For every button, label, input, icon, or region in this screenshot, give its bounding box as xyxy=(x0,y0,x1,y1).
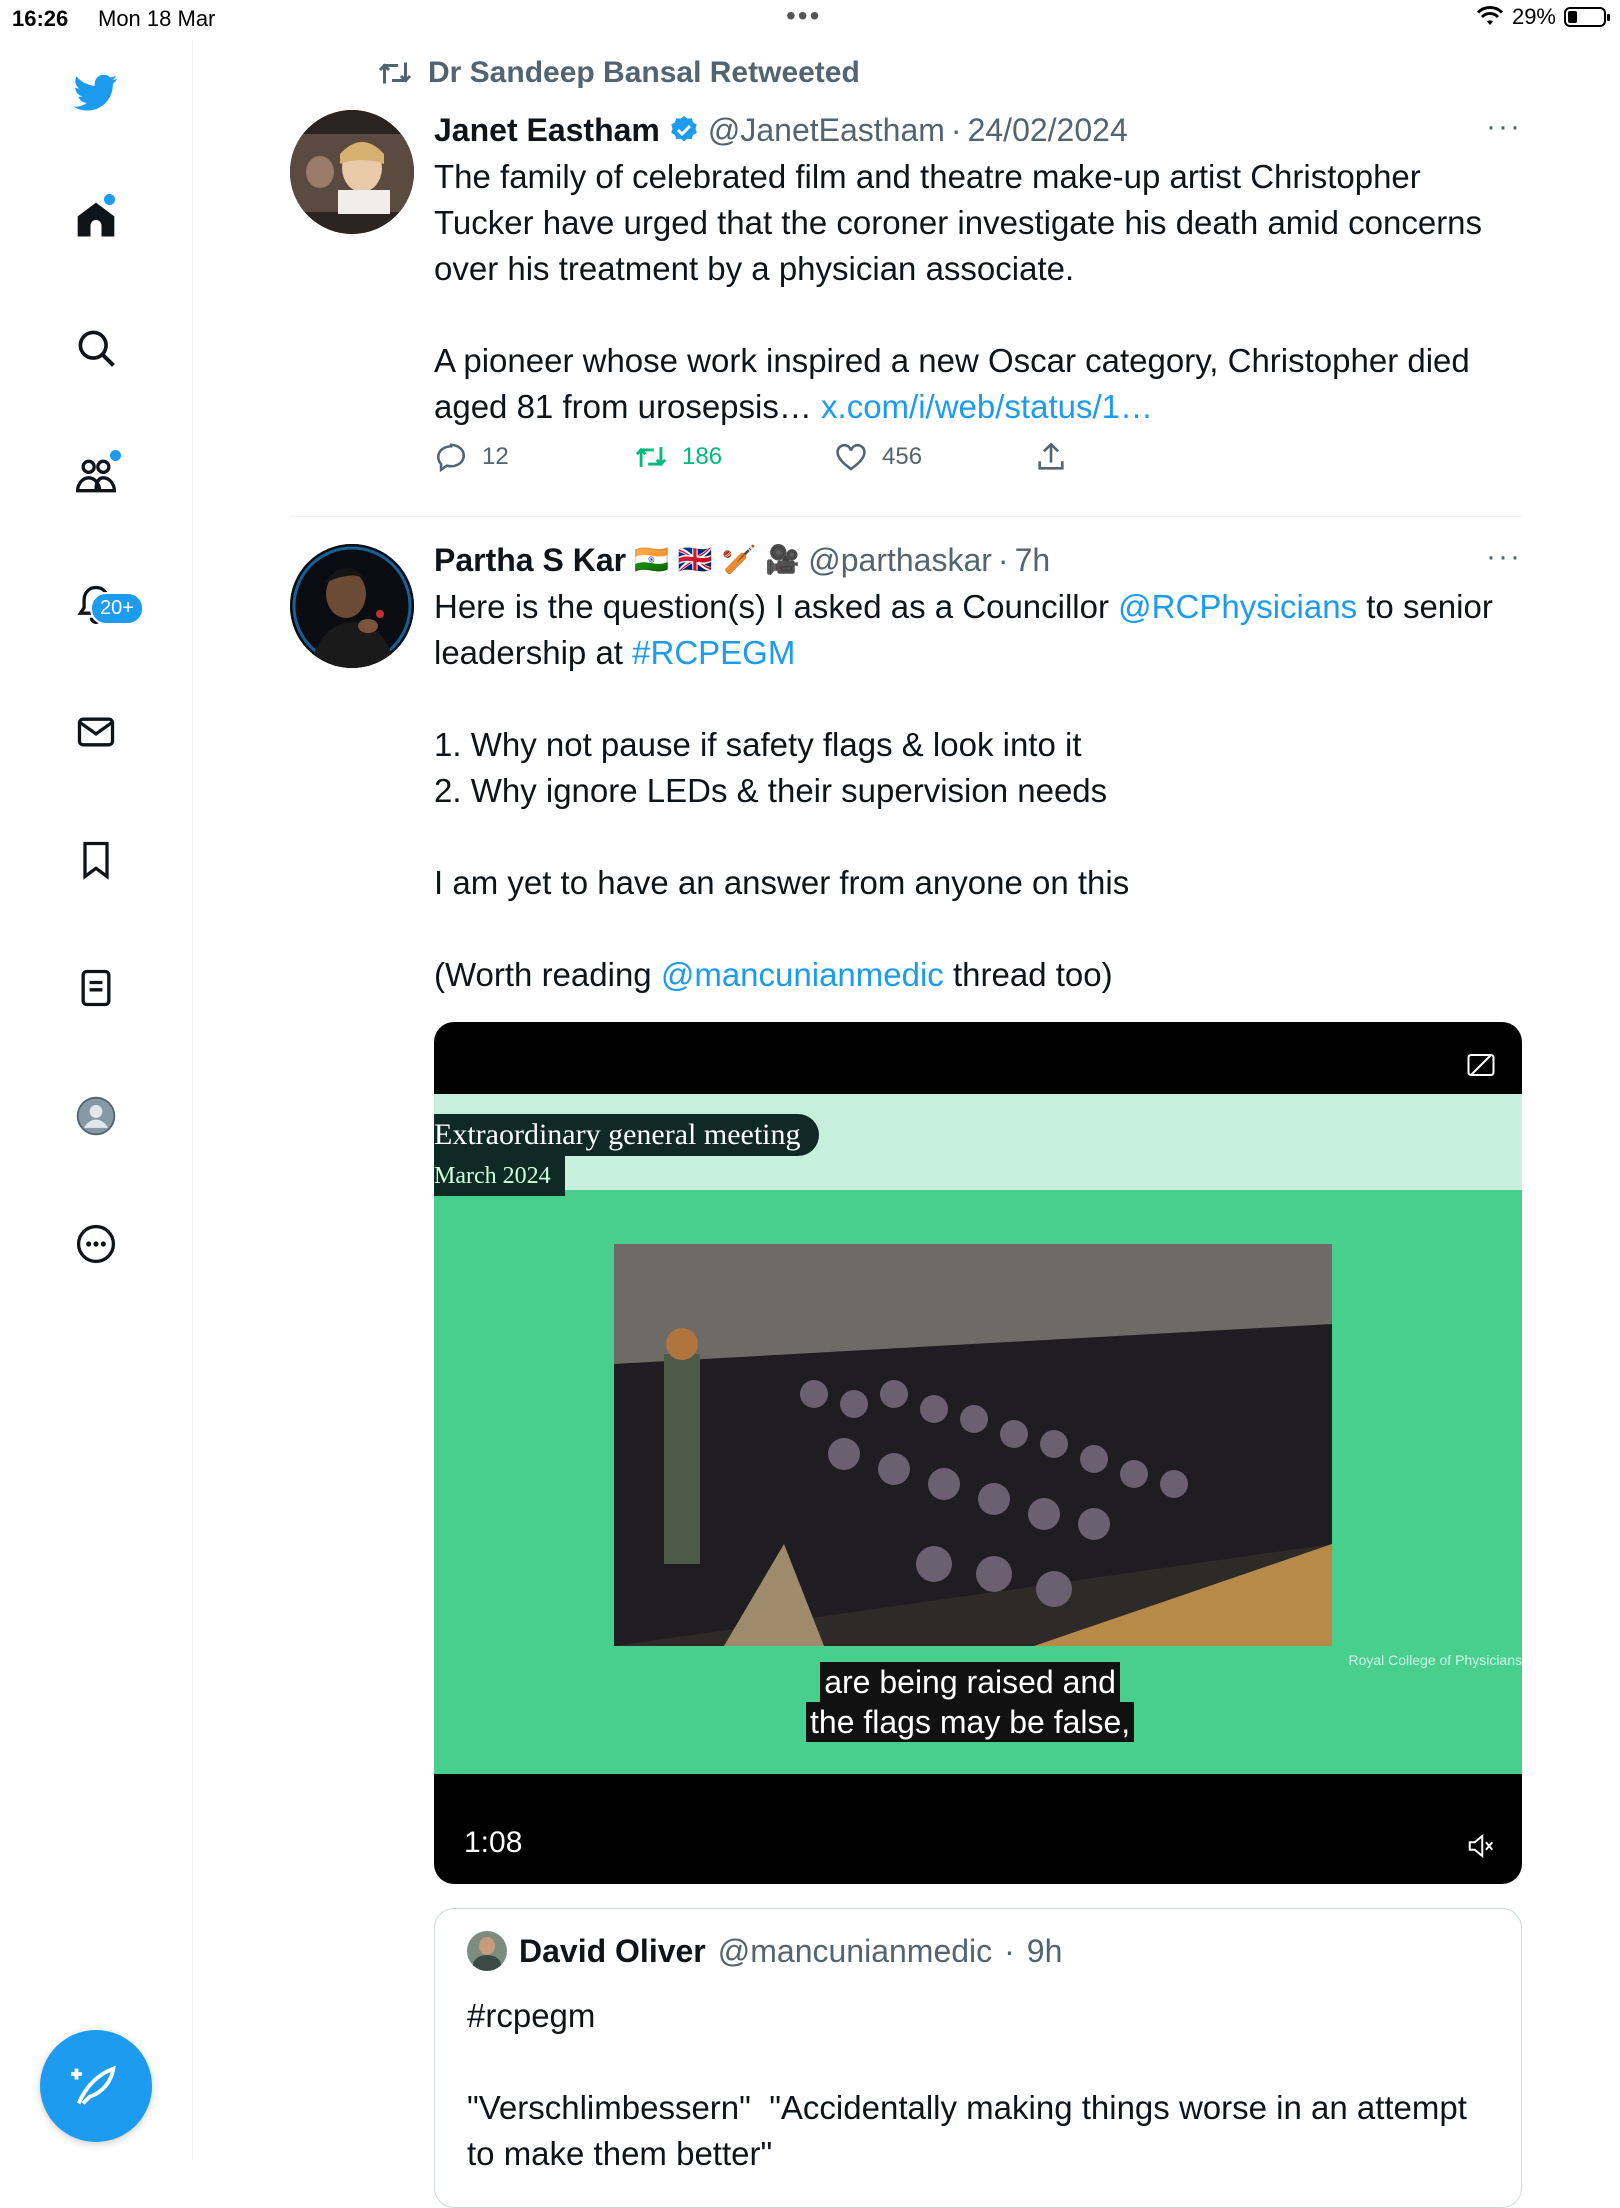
rcp-logo-watermark: Royal College of Physicians xyxy=(1348,1652,1522,1668)
handle[interactable]: @JanetEastham xyxy=(708,110,945,150)
tweet-header: Janet Eastham @JanetEastham · 24/02/2024 xyxy=(434,110,1522,150)
name-emoji-flags: 🇮🇳 🇬🇧 🏏 🎥 xyxy=(634,543,801,576)
battery-percent: 29% xyxy=(1511,4,1556,29)
quoted-tweet-david-oliver[interactable]: David Oliver @mancunianmedic · 9h #rcpeg… xyxy=(434,1908,1522,2208)
subtitle-line-2: the flags may be false, xyxy=(806,1702,1135,1742)
like-button[interactable]: 456 xyxy=(834,440,922,474)
reply-count: 12 xyxy=(482,443,509,470)
home-icon[interactable] xyxy=(60,184,132,256)
bookmarks-icon[interactable] xyxy=(60,824,132,896)
compose-feather-icon xyxy=(71,2065,116,2105)
text-segment: Here is the question(s) I asked as a Cou… xyxy=(434,588,1109,625)
tweet-header: Partha S Kar 🇮🇳 🇬🇧 🏏 🎥 @parthaskar · 7h xyxy=(434,540,1522,580)
tweet-time[interactable]: 7h xyxy=(1015,540,1051,580)
tweet-divider xyxy=(290,516,1522,517)
quoted-tweet-time: 9h xyxy=(1026,1932,1063,1969)
retweeted-by-text: Dr Sandeep Bansal Retweeted xyxy=(428,56,860,89)
tweet-text: The family of celebrated film and theatr… xyxy=(434,154,1522,430)
status-date: Mon 18 Mar xyxy=(98,6,216,31)
reply-icon xyxy=(436,443,466,473)
lists-icon[interactable] xyxy=(60,952,132,1024)
share-icon xyxy=(1038,442,1064,470)
text-segment: thread too) xyxy=(952,956,1113,993)
status-bar: 16:26 Mon 18 Mar ••• 29% xyxy=(0,0,1620,40)
closed-captions-icon[interactable] xyxy=(1466,1052,1496,1083)
tweet-date[interactable]: 24/02/2024 xyxy=(968,110,1128,150)
tweet-janet-eastham[interactable]: Janet Eastham @JanetEastham · 24/02/2024… xyxy=(290,110,1522,490)
quoted-tweet-header: David Oliver @mancunianmedic · 9h xyxy=(467,1931,1062,1971)
battery-icon xyxy=(1564,7,1610,27)
video-banner-subtitle: March 2024 xyxy=(434,1156,565,1196)
video-banner-title: Extraordinary general meeting xyxy=(434,1114,819,1156)
retweet-icon xyxy=(378,62,412,84)
tweet-paragraph-2: A pioneer whose work inspired a new Osca… xyxy=(434,338,1522,430)
display-name[interactable]: Partha S Kar xyxy=(434,540,626,580)
answer-line: I am yet to have an answer from anyone o… xyxy=(434,864,1130,901)
quoted-display-name[interactable]: David Oliver xyxy=(519,1933,706,1970)
multitasking-dots[interactable]: ••• xyxy=(786,0,821,32)
sidebar-nav: 20+ xyxy=(0,40,193,2160)
text-segment: (Worth reading xyxy=(434,956,652,993)
notifications-count-badge: 20+ xyxy=(90,592,144,625)
tweet-paragraph-1: Here is the question(s) I asked as a Cou… xyxy=(434,584,1522,676)
more-options-circle-icon[interactable] xyxy=(60,1208,132,1280)
avatar-partha-s-kar[interactable] xyxy=(290,544,414,668)
wifi-icon xyxy=(1476,6,1504,25)
tweet-body: Janet Eastham @JanetEastham · 24/02/2024… xyxy=(434,110,1522,490)
home-unread-dot xyxy=(104,194,115,205)
mute-speaker-icon[interactable] xyxy=(1466,1832,1496,1865)
handle[interactable]: @parthaskar xyxy=(808,540,992,580)
video-subtitles: are being raised and the flags may be fa… xyxy=(806,1662,1135,1742)
worth-reading-line: (Worth reading @mancunianmedic thread to… xyxy=(434,952,1522,998)
video-player[interactable]: Extraordinary general meeting March 2024… xyxy=(434,1022,1522,1884)
twitter-logo-icon[interactable] xyxy=(60,56,132,128)
separator-dot: · xyxy=(950,112,962,148)
like-count: 456 xyxy=(882,443,923,470)
messages-envelope-icon[interactable] xyxy=(60,696,132,768)
video-duration: 1:08 xyxy=(464,1826,523,1859)
quoted-tweet-text: #rcpegm "Verschlimbessern" "Accidentally… xyxy=(467,1997,1467,2172)
question-2: 2. Why ignore LEDs & their supervision n… xyxy=(434,772,1108,809)
compose-tweet-button[interactable] xyxy=(40,2030,152,2142)
subtitle-line-1: are being raised and xyxy=(820,1662,1120,1702)
mention-mancunianmedic[interactable]: @mancunianmedic xyxy=(661,956,944,993)
tweet-body: Partha S Kar 🇮🇳 🇬🇧 🏏 🎥 @parthaskar · 7h … xyxy=(434,540,1522,998)
status-time: 16:26 xyxy=(12,6,69,31)
tweet-paragraph-1: The family of celebrated film and theatr… xyxy=(434,158,1483,287)
video-meeting-image xyxy=(614,1244,1332,1646)
verified-badge-icon xyxy=(671,116,697,142)
heart-icon xyxy=(836,443,866,471)
tweet-text: Here is the question(s) I asked as a Cou… xyxy=(434,584,1522,998)
search-icon[interactable] xyxy=(60,312,132,384)
retweet-count: 186 xyxy=(682,443,723,470)
quoted-handle[interactable]: @mancunianmedic xyxy=(718,1933,992,1970)
mention-rcphysicians[interactable]: @RCPhysicians xyxy=(1118,588,1357,625)
tweet-actions: 12 186 456 xyxy=(434,440,1522,490)
question-1: 1. Why not pause if safety flags & look … xyxy=(434,726,1082,763)
communities-unread-dot xyxy=(110,450,121,461)
avatar-janet-eastham[interactable] xyxy=(290,110,414,234)
hashtag-rcpegm[interactable]: #RCPEGM xyxy=(632,634,795,671)
reply-button[interactable]: 12 xyxy=(434,440,509,474)
video-frame: Extraordinary general meeting March 2024… xyxy=(434,1094,1522,1774)
tweet-link[interactable]: x.com/i/web/status/1… xyxy=(821,388,1153,425)
retweet-icon xyxy=(635,447,667,467)
display-name[interactable]: Janet Eastham xyxy=(434,110,660,150)
status-right: 29% xyxy=(1476,4,1610,30)
separator-dot: · xyxy=(1004,1932,1015,1969)
profile-avatar-icon[interactable] xyxy=(60,1080,132,1152)
share-button[interactable] xyxy=(1034,440,1068,474)
retweet-button[interactable]: 186 xyxy=(634,440,722,474)
communities-icon[interactable] xyxy=(60,440,132,512)
separator-dot: · xyxy=(997,542,1009,578)
tweet-more-options-icon[interactable]: ··· xyxy=(1486,110,1522,144)
avatar-david-oliver[interactable] xyxy=(467,1931,507,1971)
tweet-more-options-icon[interactable]: ··· xyxy=(1486,540,1522,574)
retweeted-by-line[interactable]: Dr Sandeep Bansal Retweeted xyxy=(376,56,860,90)
